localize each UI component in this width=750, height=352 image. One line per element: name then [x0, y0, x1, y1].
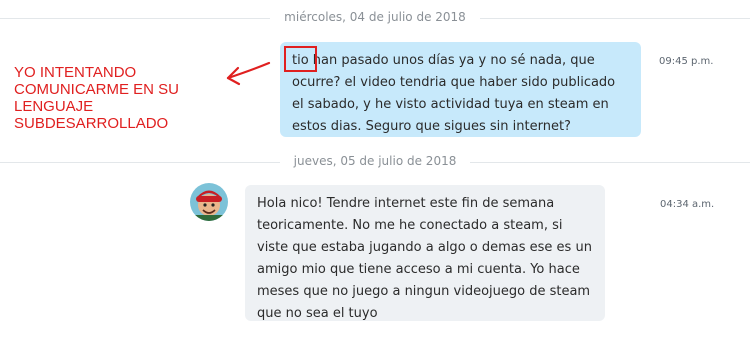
avatar[interactable]: [190, 183, 228, 221]
highlight-box: [284, 46, 317, 72]
date-separator: jueves, 05 de julio de 2018: [0, 152, 750, 172]
message-timestamp: 04:34 a.m.: [660, 199, 715, 210]
separator-line: [479, 18, 750, 19]
date-separator-label: miércoles, 04 de julio de 2018: [270, 10, 480, 24]
incoming-message-bubble[interactable]: Hola nico! Tendre internet este fin de s…: [245, 185, 605, 321]
avatar-icon: [190, 183, 228, 221]
outgoing-message-bubble[interactable]: tio han pasado unos días ya y no sé nada…: [280, 42, 641, 137]
separator-line: [470, 162, 750, 163]
date-separator: miércoles, 04 de julio de 2018: [0, 8, 750, 28]
message-text: Hola nico! Tendre internet este fin de s…: [257, 196, 592, 321]
date-separator-label: jueves, 05 de julio de 2018: [279, 154, 471, 168]
annotation-text: YO INTENTANDO COMUNICARME EN SU LENGUAJE…: [14, 64, 180, 132]
message-timestamp: 09:45 p.m.: [659, 56, 714, 67]
message-text: tio han pasado unos días ya y no sé nada…: [292, 53, 616, 134]
arrow-icon: [226, 61, 271, 86]
